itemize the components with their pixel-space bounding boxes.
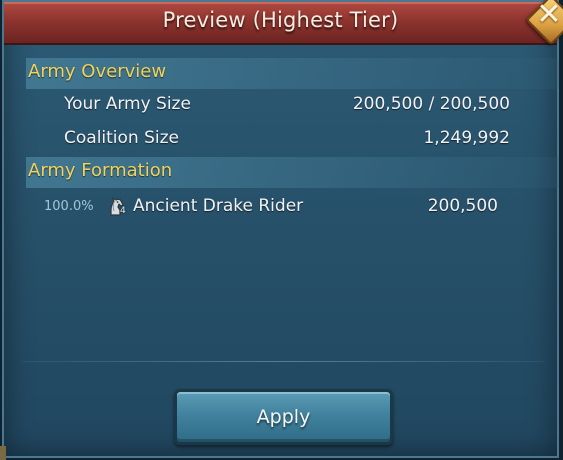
your-army-size-label: Your Army Size <box>64 94 191 114</box>
troop-name: Ancient Drake Rider <box>133 196 304 216</box>
section-header-army-formation: Army Formation <box>26 157 559 188</box>
apply-button-label: Apply <box>256 406 311 428</box>
troop-percent: 100.0% <box>44 199 94 214</box>
dialog-title: Preview (Highest Tier) <box>162 8 399 32</box>
your-army-size-row: Your Army Size 200,500 / 200,500 <box>64 92 510 118</box>
section-header-label: Army Formation <box>28 160 173 181</box>
close-button[interactable]: ✕ <box>525 0 563 46</box>
section-header-label: Army Overview <box>28 61 167 82</box>
section-header-army-overview: Army Overview <box>26 58 559 89</box>
preview-dialog: Preview (Highest Tier) Army Overview You… <box>2 0 559 458</box>
apply-button[interactable]: Apply <box>174 389 393 445</box>
coalition-size-label: Coalition Size <box>64 128 179 148</box>
your-army-size-value: 200,500 / 200,500 <box>352 94 510 114</box>
footer-divider <box>22 361 545 362</box>
troop-count: 200,500 <box>427 196 498 216</box>
corner-decoration <box>0 446 6 460</box>
close-icon: ✕ <box>536 0 562 32</box>
coalition-size-value: 1,249,992 <box>423 128 510 148</box>
coalition-size-row: Coalition Size 1,249,992 <box>64 126 510 152</box>
troop-tier-badge: 4 <box>120 206 126 216</box>
title-bar: Preview (Highest Tier) <box>4 2 557 45</box>
